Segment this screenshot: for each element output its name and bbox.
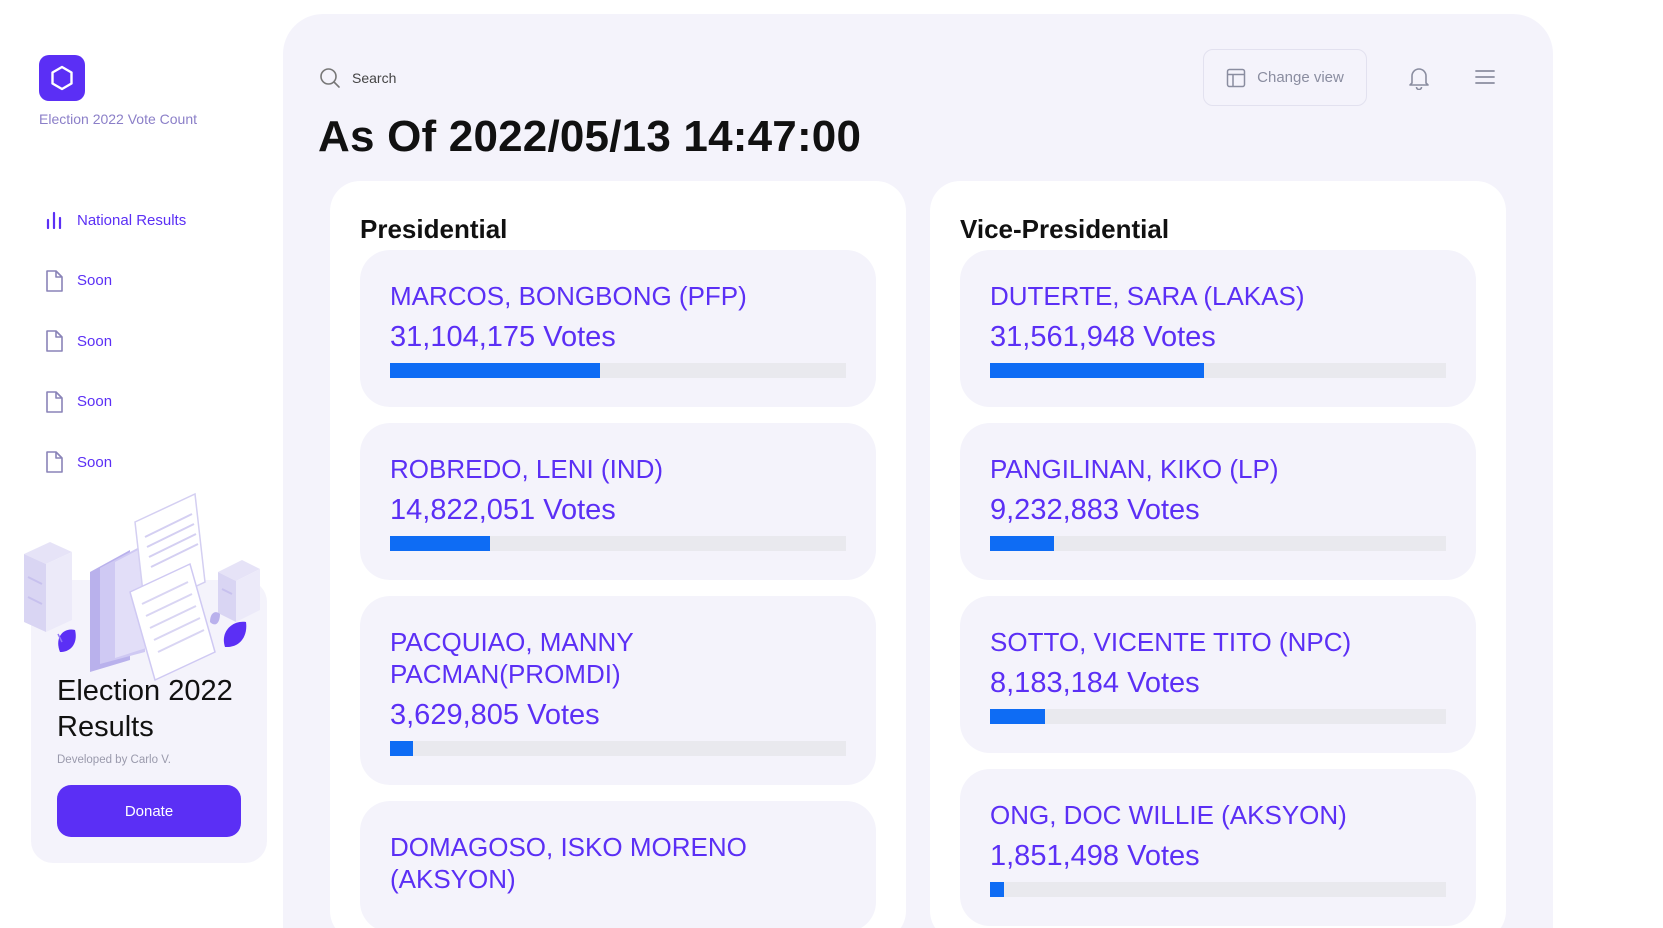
sidebar-item-label: Soon	[77, 393, 113, 411]
candidate-name: MARCOS, BONGBONG (PFP)	[390, 281, 747, 311]
candidate-card[interactable]: SOTTO, VICENTE TITO (NPC) 8,183,184 Vote…	[960, 596, 1476, 753]
layout-icon	[1226, 68, 1246, 87]
sidebar-item-label: Soon	[77, 453, 113, 471]
vote-progress-bar	[990, 363, 1446, 378]
sidebar-item-national-results[interactable]: National Results	[43, 190, 263, 251]
candidate-name: DOMAGOSO, ISKO MORENO (AKSYON)	[390, 832, 747, 894]
app-logo[interactable]	[39, 55, 85, 101]
candidate-votes: 8,183,184 Votes	[990, 667, 1200, 699]
presidential-panel: Presidential MARCOS, BONGBONG (PFP) 31,1…	[330, 181, 906, 928]
candidate-name: ONG, DOC WILLIE (AKSYON)	[990, 800, 1347, 830]
file-icon	[43, 330, 65, 353]
candidate-card[interactable]: PANGILINAN, KIKO (LP) 9,232,883 Votes	[960, 423, 1476, 580]
documents-illustration	[24, 492, 260, 682]
candidate-name: DUTERTE, SARA (LAKAS)	[990, 281, 1305, 311]
change-view-button[interactable]: Change view	[1203, 49, 1367, 106]
vote-progress-fill	[390, 363, 600, 378]
vote-progress-bar	[990, 709, 1446, 724]
sidebar-nav: National Results Soon Soon Soon Soon	[43, 190, 263, 493]
candidate-card[interactable]: ONG, DOC WILLIE (AKSYON) 1,851,498 Votes	[960, 769, 1476, 926]
sidebar-item-soon-3[interactable]: Soon	[43, 372, 263, 433]
sidebar-item-soon-2[interactable]: Soon	[43, 311, 263, 372]
vote-progress-bar	[390, 741, 846, 756]
candidate-votes: 3,629,805 Votes	[390, 699, 600, 731]
page-title: As Of 2022/05/13 14:47:00	[318, 112, 862, 161]
candidate-list: MARCOS, BONGBONG (PFP) 31,104,175 Votes …	[360, 250, 876, 928]
promo-title: Election 2022 Results	[57, 675, 233, 743]
candidate-card[interactable]: PACQUIAO, MANNY PACMAN(PROMDI) 3,629,805…	[360, 596, 876, 785]
vote-progress-fill	[990, 363, 1205, 378]
sidebar-item-soon-4[interactable]: Soon	[43, 432, 263, 493]
donate-button[interactable]: Donate	[57, 785, 241, 837]
file-icon	[43, 451, 65, 474]
bell-icon	[1409, 68, 1429, 91]
vote-progress-fill	[990, 882, 1004, 897]
search-icon	[320, 68, 340, 88]
main-content: Search Change view As Of 2022/05/13 14:4…	[283, 14, 1553, 928]
candidate-card[interactable]: DUTERTE, SARA (LAKAS) 31,561,948 Votes	[960, 250, 1476, 407]
vote-progress-bar	[390, 536, 846, 551]
app-title: Election 2022 Vote Count	[39, 111, 198, 127]
promo-developer: Developed by Carlo V.	[57, 754, 172, 766]
panel-title: Presidential	[360, 214, 508, 244]
vote-progress-fill	[990, 536, 1054, 551]
vote-progress-fill	[990, 709, 1045, 724]
candidate-votes: 9,232,883 Votes	[990, 494, 1200, 526]
candidate-card[interactable]: ROBREDO, LENI (IND) 14,822,051 Votes	[360, 423, 876, 580]
candidate-name: ROBREDO, LENI (IND)	[390, 454, 664, 484]
change-view-label: Change view	[1257, 69, 1344, 86]
menu-button[interactable]	[1474, 68, 1496, 91]
sidebar-item-label: National Results	[77, 211, 187, 229]
candidate-votes: 31,561,948 Votes	[990, 321, 1216, 353]
candidate-name: SOTTO, VICENTE TITO (NPC)	[990, 627, 1352, 657]
notifications-button[interactable]	[1408, 66, 1430, 95]
vote-progress-fill	[390, 741, 413, 756]
candidate-list: DUTERTE, SARA (LAKAS) 31,561,948 Votes P…	[960, 250, 1476, 928]
search-label: Search	[352, 70, 397, 86]
hexagon-icon	[51, 65, 73, 91]
vice-presidential-panel: Vice-Presidential DUTERTE, SARA (LAKAS) …	[930, 181, 1506, 928]
vote-progress-bar	[990, 882, 1446, 897]
hamburger-menu-icon	[1475, 70, 1495, 84]
file-icon	[43, 390, 65, 413]
candidate-votes: 14,822,051 Votes	[390, 494, 616, 526]
vote-progress-bar	[390, 363, 846, 378]
candidate-card[interactable]: MARCOS, BONGBONG (PFP) 31,104,175 Votes	[360, 250, 876, 407]
panel-title: Vice-Presidential	[960, 214, 1170, 244]
sidebar-item-label: Soon	[77, 332, 113, 350]
sidebar-item-soon-1[interactable]: Soon	[43, 251, 263, 312]
vote-progress-bar	[990, 536, 1446, 551]
search-bar[interactable]: Search	[319, 67, 396, 89]
bar-chart-icon	[43, 209, 65, 231]
sidebar-item-label: Soon	[77, 272, 113, 290]
vote-progress-fill	[390, 536, 491, 551]
candidate-votes: 31,104,175 Votes	[390, 321, 616, 353]
file-icon	[43, 269, 65, 292]
candidate-name: PANGILINAN, KIKO (LP)	[990, 454, 1279, 484]
candidate-votes: 1,851,498 Votes	[990, 840, 1200, 872]
candidate-card[interactable]: DOMAGOSO, ISKO MORENO (AKSYON)	[360, 801, 876, 928]
sidebar: Election 2022 Vote Count National Result…	[0, 0, 283, 928]
candidate-name: PACQUIAO, MANNY PACMAN(PROMDI)	[390, 627, 634, 689]
